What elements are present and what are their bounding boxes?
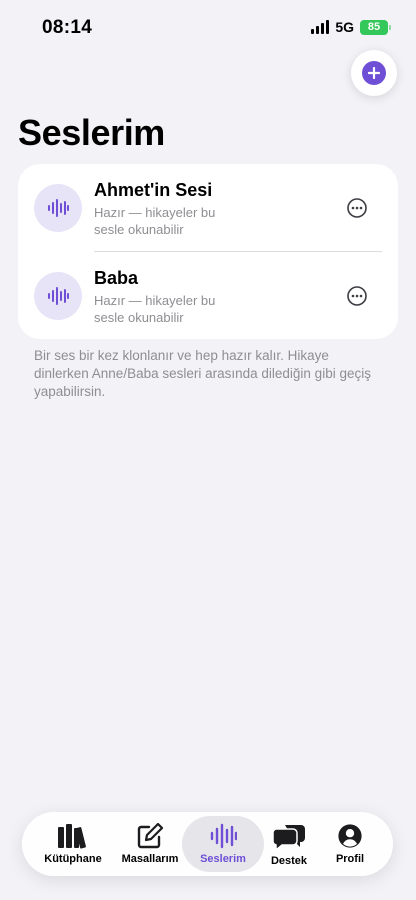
info-text: Bir ses bir kez klonlanır ve hep hazır k… — [34, 348, 371, 399]
voice-status: Hazır — hikayeler bu sesle okunabilir — [94, 205, 216, 237]
tab-support[interactable]: Destek — [264, 816, 314, 872]
voice-status: Hazır — hikayeler bu sesle okunabilir — [94, 293, 216, 325]
more-options-icon[interactable] — [346, 197, 368, 219]
waveform-icon — [210, 823, 237, 849]
tab-bar: Kütüphane Masallarım Seslerim Destek Pro… — [22, 812, 393, 876]
voices-screen: 08:14 5G 85 Seslerim Ahmet'in Sesi Hazır… — [0, 0, 416, 900]
voice-item[interactable]: Baba Hazır — hikayeler bu sesle okunabil… — [18, 252, 398, 340]
add-voice-button[interactable] — [351, 50, 397, 96]
tab-label: Kütüphane — [44, 853, 102, 865]
tab-label: Seslerim — [200, 853, 246, 865]
status-indicators: 5G 85 — [311, 19, 391, 35]
status-time: 08:14 — [42, 17, 93, 38]
more-options-icon[interactable] — [346, 285, 368, 307]
library-books-icon — [58, 824, 86, 849]
status-bar: 08:14 5G 85 — [0, 0, 416, 56]
tab-label: Destek — [270, 855, 308, 867]
battery-icon: 85 — [360, 19, 391, 35]
voice-list: Ahmet'in Sesi Hazır — hikayeler bu sesle… — [18, 164, 398, 339]
waveform-icon — [34, 184, 82, 232]
chat-bubbles-icon — [272, 825, 305, 851]
tab-label: Masallarım — [121, 853, 179, 865]
tab-label: Profil — [335, 853, 365, 865]
battery-level: 85 — [367, 21, 381, 33]
tab-stories[interactable]: Masallarım — [118, 816, 182, 872]
voice-name: Baba — [94, 268, 139, 288]
tab-profile[interactable]: Profil — [330, 816, 370, 872]
signal-icon — [311, 20, 330, 34]
voice-name: Ahmet'in Sesi — [94, 180, 213, 200]
tab-library[interactable]: Kütüphane — [44, 816, 102, 872]
plus-circle-icon — [362, 61, 386, 85]
edit-square-icon — [137, 823, 164, 849]
network-label: 5G — [335, 19, 354, 35]
page-title: Seslerim — [18, 112, 165, 153]
voice-item[interactable]: Ahmet'in Sesi Hazır — hikayeler bu sesle… — [18, 164, 398, 252]
person-circle-icon — [338, 824, 362, 848]
tab-voices[interactable]: Seslerim — [182, 816, 264, 872]
waveform-icon — [34, 272, 82, 320]
